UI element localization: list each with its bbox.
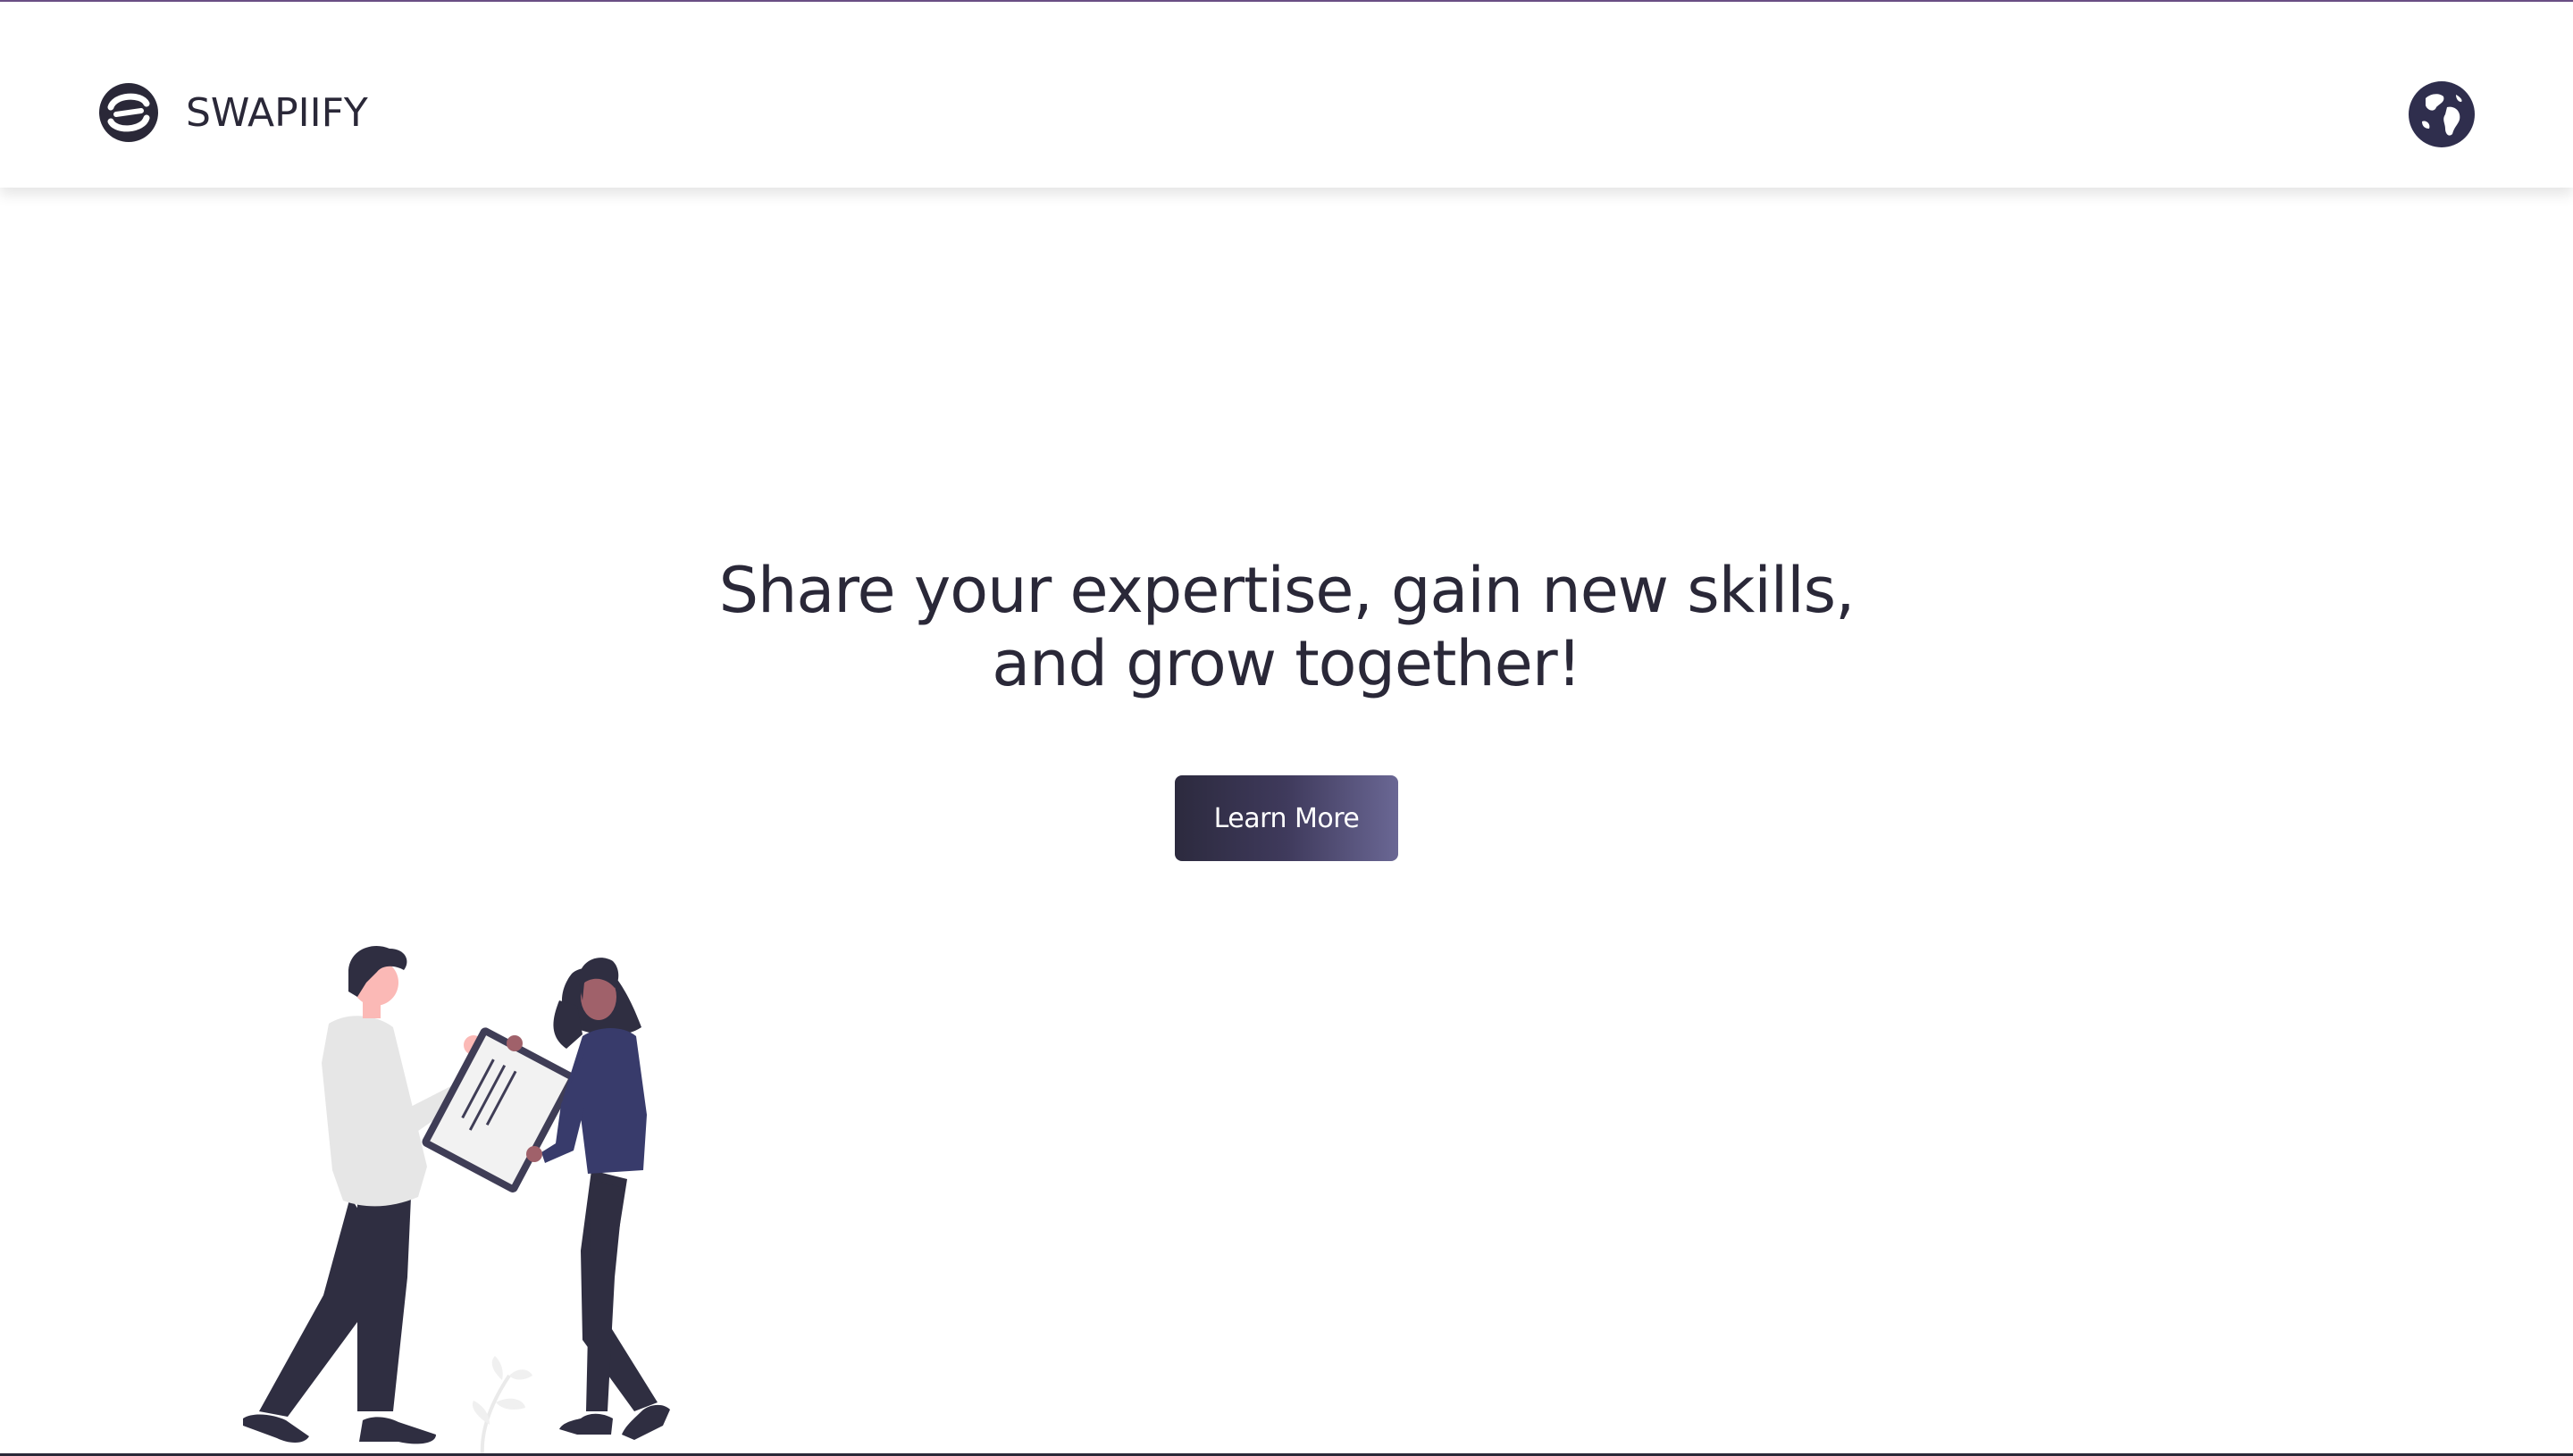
- brand-name: SWAPIIFY: [186, 89, 368, 136]
- language-selector-button[interactable]: [2408, 80, 2476, 148]
- learn-more-button[interactable]: Learn More: [1175, 775, 1398, 861]
- hero-title: Share your expertise, gain new skills, a…: [706, 554, 1867, 700]
- two-people-sharing-document-illustration: [243, 946, 670, 1456]
- hero-title-line-2: and grow together!: [992, 627, 1581, 700]
- clipboard-document: [422, 1027, 576, 1192]
- woman-figure: [507, 958, 670, 1440]
- globe-icon: [2409, 81, 2475, 147]
- top-navbar: SWAPIIFY: [0, 2, 2573, 188]
- plant-decoration: [472, 1356, 532, 1456]
- hero-title-line-1: Share your expertise, gain new skills,: [718, 554, 1856, 627]
- man-figure: [243, 946, 483, 1444]
- swapiify-logo-icon: [99, 83, 158, 142]
- brand-home-link[interactable]: SWAPIIFY: [98, 82, 368, 143]
- hero-section: Share your expertise, gain new skills, a…: [0, 554, 2573, 700]
